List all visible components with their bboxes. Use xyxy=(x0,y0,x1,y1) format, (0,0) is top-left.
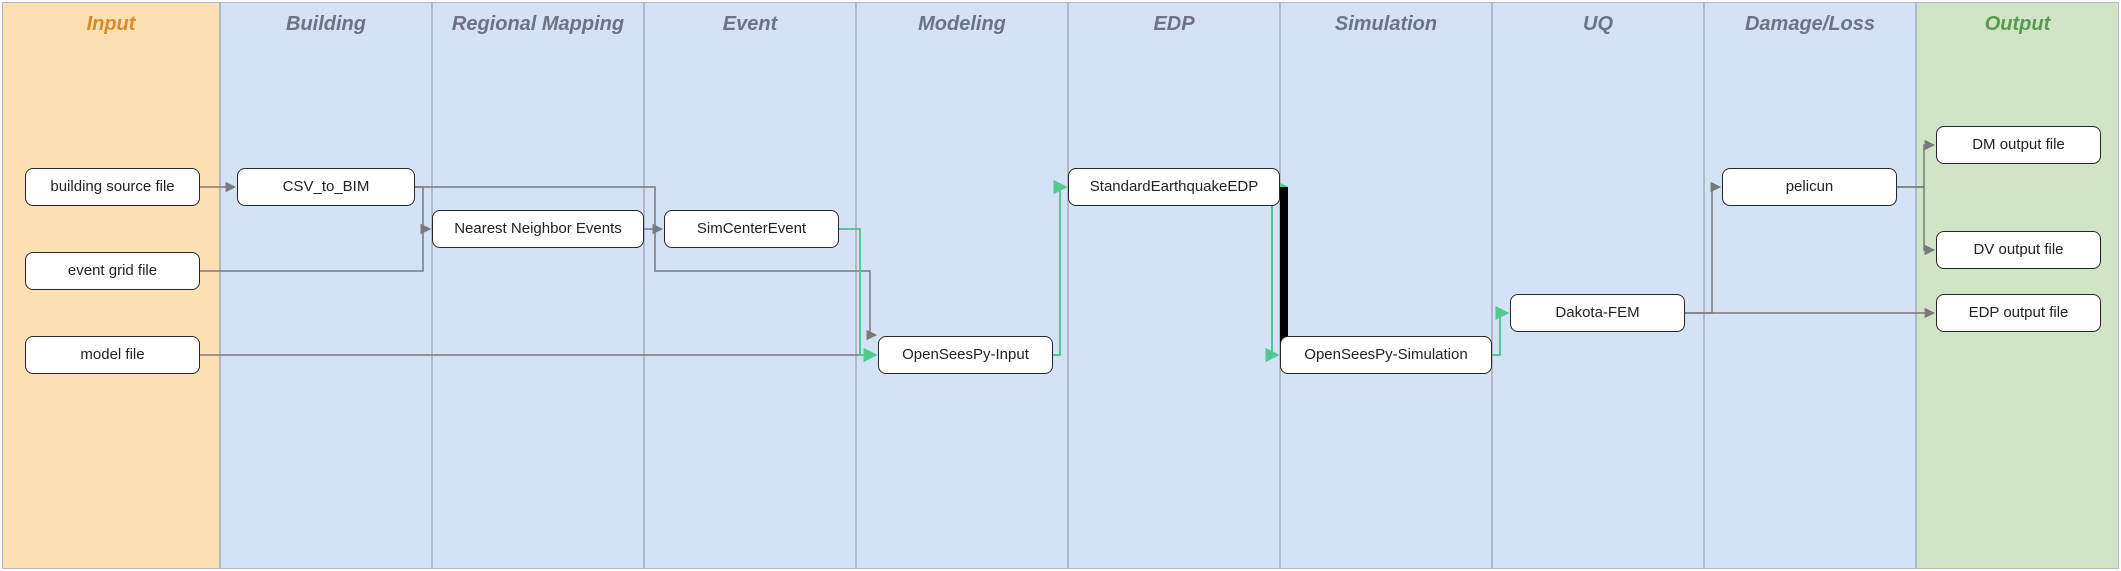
col-building: Building xyxy=(220,2,432,569)
col-output-title: Output xyxy=(1917,13,2118,36)
col-uq-title: UQ xyxy=(1493,13,1703,36)
col-input-title: Input xyxy=(3,13,219,36)
col-building-title: Building xyxy=(221,13,431,36)
col-modeling: Modeling xyxy=(856,2,1068,569)
col-edp-title: EDP xyxy=(1069,13,1279,36)
node-dv-output: DV output file xyxy=(1936,231,2101,269)
node-pelicun: pelicun xyxy=(1722,168,1897,206)
node-event-grid-file: event grid file xyxy=(25,252,200,290)
node-building-source-file: building source file xyxy=(25,168,200,206)
node-openseespy-sim: OpenSeesPy-Simulation xyxy=(1280,336,1492,374)
node-simcenter-event: SimCenterEvent xyxy=(664,210,839,248)
col-event: Event xyxy=(644,2,856,569)
node-standard-eq-edp: StandardEarthquakeEDP xyxy=(1068,168,1280,206)
workflow-diagram: Input Building Regional Mapping Event Mo… xyxy=(0,0,2121,571)
col-modeling-title: Modeling xyxy=(857,13,1067,36)
node-edp-output: EDP output file xyxy=(1936,294,2101,332)
node-csv-to-bim: CSV_to_BIM xyxy=(237,168,415,206)
node-dakota-fem: Dakota-FEM xyxy=(1510,294,1685,332)
col-uq: UQ xyxy=(1492,2,1704,569)
col-output: Output xyxy=(1916,2,2119,569)
node-dm-output: DM output file xyxy=(1936,126,2101,164)
col-damage: Damage/Loss xyxy=(1704,2,1916,569)
col-damage-title: Damage/Loss xyxy=(1705,13,1915,36)
col-simulation: Simulation xyxy=(1280,2,1492,569)
col-simulation-title: Simulation xyxy=(1281,13,1491,36)
col-regional: Regional Mapping xyxy=(432,2,644,569)
col-edp: EDP xyxy=(1068,2,1280,569)
col-event-title: Event xyxy=(645,13,855,36)
node-model-file: model file xyxy=(25,336,200,374)
node-nearest-neighbor: Nearest Neighbor Events xyxy=(432,210,644,248)
col-regional-title: Regional Mapping xyxy=(433,13,643,36)
node-openseespy-input: OpenSeesPy-Input xyxy=(878,336,1053,374)
